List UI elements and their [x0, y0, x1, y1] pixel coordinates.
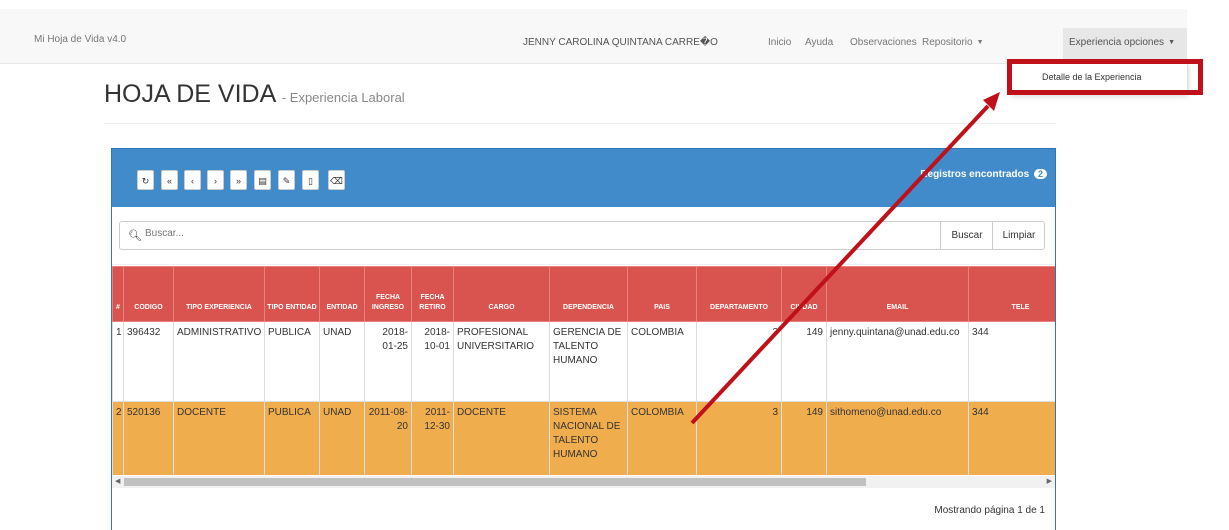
table-cell: 2011-12-30 [411, 401, 454, 475]
caret-down-icon: ▼ [1168, 39, 1175, 46]
table-cell: 3 [696, 401, 782, 475]
column-header[interactable]: CARGO [453, 266, 550, 322]
table-cell: 344 [968, 321, 1055, 402]
experience-panel: ↻ « ‹ › » ▤ ✎ ▯ ⌫ Registros encontrados … [111, 148, 1056, 530]
top-navbar: Mi Hoja de Vida v4.0 JENNY CAROLINA QUIN… [0, 9, 1187, 66]
table-cell: PUBLICA [264, 401, 320, 475]
table-cell: UNAD [319, 401, 365, 475]
page-title-main: HOJA DE VIDA [104, 80, 275, 108]
column-header[interactable]: ENTIDAD [319, 266, 365, 322]
column-header[interactable]: PAIS [627, 266, 697, 322]
annotation-arrow-head [983, 92, 1000, 111]
table-cell: PROFESIONAL UNIVERSITARIO [453, 321, 550, 402]
search-row: 🔍︎ Buscar Limpiar [112, 207, 1055, 265]
scroll-left-icon[interactable]: ◀ [115, 476, 120, 488]
table-cell: 149 [781, 401, 827, 475]
annotation-highlight-box [1007, 59, 1203, 95]
document-icon[interactable]: ▯ [302, 170, 319, 190]
search-input[interactable] [143, 227, 927, 240]
table-cell: PUBLICA [264, 321, 320, 402]
nav-repositorio-label: Repositorio [922, 37, 973, 48]
nav-observaciones[interactable]: Observaciones [850, 37, 917, 48]
column-header[interactable]: TIPO EXPERIENCIA [173, 266, 265, 322]
table-row[interactable]: 2 520136 DOCENTE PUBLICA UNAD 2011-08-20… [112, 401, 1055, 475]
table-cell: DOCENTE [453, 401, 550, 475]
last-page-icon[interactable]: » [230, 170, 247, 190]
records-found-label: Registros encontrados [920, 169, 1030, 180]
table-cell: 344 [968, 401, 1055, 475]
buscar-button[interactable]: Buscar [940, 221, 993, 250]
column-header[interactable]: TELE [968, 266, 1055, 322]
table-header-row: # CODIGO TIPO EXPERIENCIA TIPO ENTIDAD E… [112, 266, 1055, 322]
experience-table: # CODIGO TIPO EXPERIENCIA TIPO ENTIDAD E… [112, 266, 1055, 475]
table-cell: jenny.quintana@unad.edu.co [826, 321, 969, 402]
records-found: Registros encontrados 2 [920, 169, 1047, 180]
nav-ayuda[interactable]: Ayuda [805, 37, 833, 48]
table-icon[interactable]: ▤ [254, 170, 271, 190]
panel-toolbar: ↻ « ‹ › » ▤ ✎ ▯ ⌫ Registros encontrados … [112, 149, 1055, 207]
table-cell: DOCENTE [173, 401, 265, 475]
column-header[interactable]: FECHA INGRESO [364, 266, 412, 322]
search-icon: 🔍︎ [128, 230, 142, 242]
nav-inicio[interactable]: Inicio [768, 37, 791, 48]
first-page-icon[interactable]: « [161, 170, 178, 190]
table-cell: UNAD [319, 321, 365, 402]
nav-experiencia-label: Experiencia opciones [1069, 37, 1165, 48]
table-cell: 1 [112, 321, 124, 402]
column-header[interactable]: EMAIL [826, 266, 969, 322]
table-cell: 520136 [123, 401, 174, 475]
app-brand[interactable]: Mi Hoja de Vida v4.0 [34, 34, 126, 45]
user-name[interactable]: JENNY CAROLINA QUINTANA CARRE�O [523, 37, 718, 48]
table-cell: GERENCIA DE TALENTO HUMANO [549, 321, 628, 402]
next-page-icon[interactable]: › [207, 170, 224, 190]
prev-page-icon[interactable]: ‹ [184, 170, 201, 190]
table-cell: 396432 [123, 321, 174, 402]
table-cell: SISTEMA NACIONAL DE TALENTO HUMANO [549, 401, 628, 475]
edit-icon[interactable]: ✎ [278, 170, 295, 190]
page-subtitle: - Experiencia Laboral [281, 90, 405, 105]
pagination-info: Mostrando página 1 de 1 [934, 505, 1045, 516]
page-title: HOJA DE VIDA - Experiencia Laboral [104, 80, 405, 109]
table-cell: ADMINISTRATIVO [173, 321, 265, 402]
table-cell: sithomeno@unad.edu.co [826, 401, 969, 475]
limpiar-button[interactable]: Limpiar [992, 221, 1045, 250]
column-header[interactable]: FECHA RETIRO [411, 266, 454, 322]
experience-table-wrapper: # CODIGO TIPO EXPERIENCIA TIPO ENTIDAD E… [112, 266, 1055, 475]
table-cell: COLOMBIA [627, 321, 697, 402]
table-cell: 2011-08-20 [364, 401, 412, 475]
horizontal-scrollbar[interactable]: ◀ ▶ [112, 476, 1055, 488]
scroll-right-icon[interactable]: ▶ [1047, 476, 1052, 488]
nav-repositorio-dropdown[interactable]: Repositorio ▼ [922, 37, 984, 48]
records-count-badge: 2 [1033, 169, 1047, 179]
table-row[interactable]: 1 396432 ADMINISTRATIVO PUBLICA UNAD 201… [112, 321, 1055, 402]
refresh-icon[interactable]: ↻ [137, 170, 154, 190]
column-header[interactable]: CODIGO [123, 266, 174, 322]
table-cell: 2018-10-01 [411, 321, 454, 402]
table-cell: 2 [112, 401, 124, 475]
table-cell: 2018-01-25 [364, 321, 412, 402]
column-header[interactable]: CIUDAD [781, 266, 827, 322]
search-group: 🔍︎ Buscar Limpiar [119, 221, 1045, 250]
column-header[interactable]: # [112, 266, 124, 322]
column-header[interactable]: DEPARTAMENTO [696, 266, 782, 322]
table-cell: 149 [781, 321, 827, 402]
column-header[interactable]: TIPO ENTIDAD [264, 266, 320, 322]
eraser-icon[interactable]: ⌫ [328, 170, 345, 190]
scrollbar-thumb[interactable] [124, 478, 866, 486]
title-divider [104, 123, 1056, 124]
column-header[interactable]: DEPENDENCIA [549, 266, 628, 322]
caret-down-icon: ▼ [976, 39, 984, 46]
table-cell: COLOMBIA [627, 401, 697, 475]
table-cell: 3 [696, 321, 782, 402]
